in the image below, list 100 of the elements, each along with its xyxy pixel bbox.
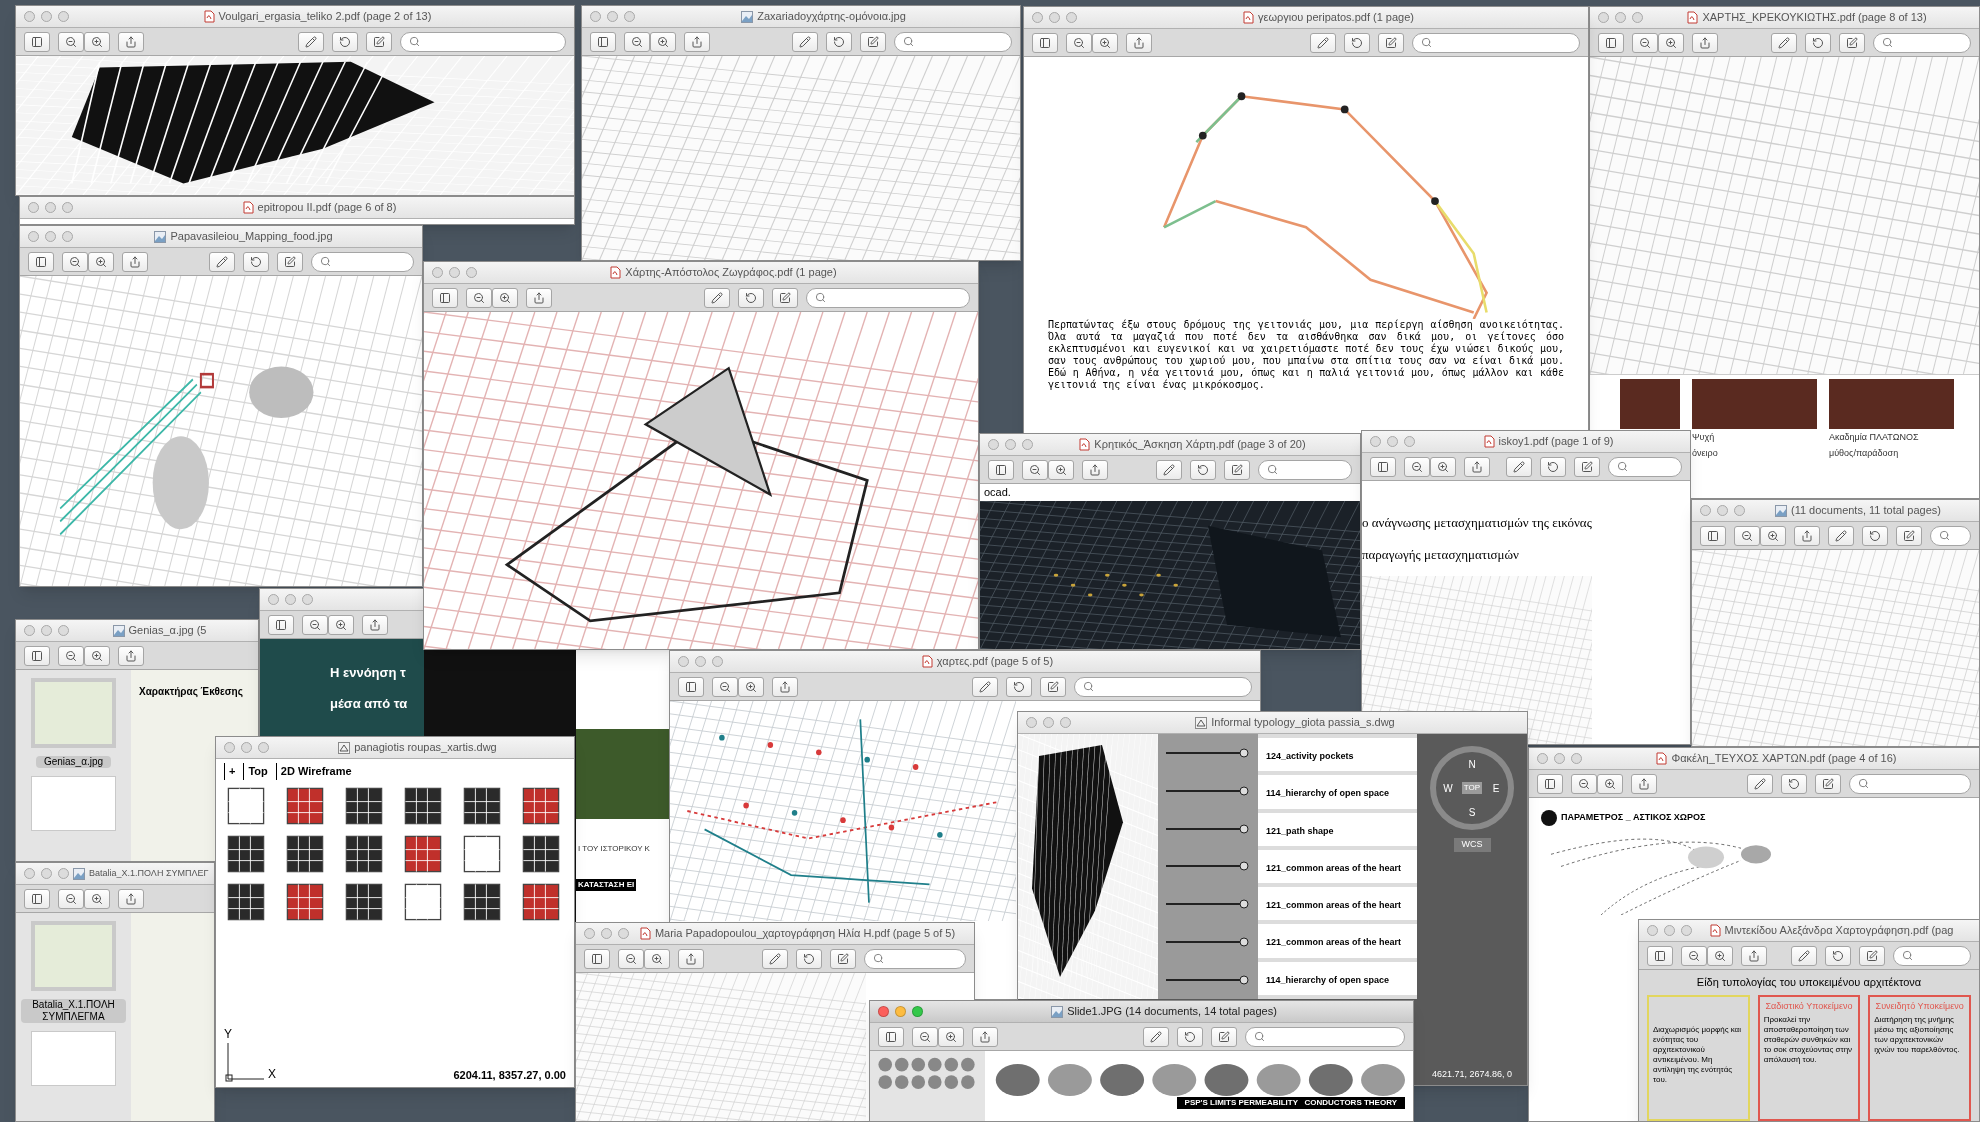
viewport-label[interactable]: + (224, 763, 236, 780)
zoom-in-button[interactable] (1092, 32, 1118, 53)
sidebar-toggle-button[interactable] (28, 251, 54, 272)
share-button[interactable] (526, 287, 552, 308)
search-field[interactable] (400, 31, 566, 52)
search-field[interactable] (1873, 32, 1971, 53)
zoom-out-button[interactable] (1632, 32, 1658, 53)
minimize-button[interactable] (1049, 12, 1060, 23)
sidebar-toggle-button[interactable] (24, 888, 50, 909)
close-button[interactable] (1370, 436, 1381, 447)
page-thumbnail[interactable] (31, 678, 116, 748)
zoom-out-button[interactable] (1404, 456, 1430, 477)
search-field[interactable] (1930, 525, 1971, 546)
markup-button[interactable] (704, 287, 730, 308)
rotate-button[interactable] (1344, 32, 1370, 53)
markup-button[interactable] (792, 31, 819, 52)
rotate-button[interactable] (1780, 773, 1807, 794)
share-button[interactable] (118, 888, 144, 909)
zoom-in-button[interactable] (1048, 459, 1074, 480)
minimize-button[interactable] (1615, 12, 1626, 23)
rotate-button[interactable] (1540, 456, 1567, 477)
zoom-button[interactable] (62, 202, 73, 213)
sidebar-toggle-button[interactable] (1598, 32, 1624, 53)
zoom-in-button[interactable] (88, 251, 114, 272)
edit-button[interactable] (1858, 945, 1885, 966)
close-button[interactable] (1537, 753, 1548, 764)
close-button[interactable] (590, 11, 601, 22)
share-button[interactable] (1082, 459, 1108, 480)
close-button[interactable] (432, 267, 443, 278)
minimize-button[interactable] (1387, 436, 1398, 447)
minimize-button[interactable] (1717, 505, 1728, 516)
share-button[interactable] (1741, 945, 1767, 966)
edit-button[interactable] (1211, 1026, 1238, 1047)
sidebar-toggle-button[interactable] (590, 31, 616, 52)
minimize-button[interactable] (449, 267, 460, 278)
edit-button[interactable] (1378, 32, 1404, 53)
zoom-button[interactable] (618, 928, 629, 939)
share-button[interactable] (362, 614, 388, 635)
zoom-out-button[interactable] (58, 888, 84, 909)
zoom-in-button[interactable] (644, 948, 670, 969)
close-button[interactable] (28, 231, 39, 242)
rotate-button[interactable] (1824, 945, 1851, 966)
close-button[interactable] (988, 439, 999, 450)
sidebar-toggle-button[interactable] (432, 287, 458, 308)
edit-button[interactable] (1814, 773, 1841, 794)
rotate-button[interactable] (332, 31, 359, 52)
close-button[interactable] (24, 625, 35, 636)
zoom-button[interactable] (58, 11, 69, 22)
search-field[interactable] (1608, 456, 1682, 477)
sidebar-toggle-button[interactable] (1370, 456, 1396, 477)
zoom-button[interactable] (1066, 12, 1077, 23)
close-button[interactable] (24, 868, 35, 879)
sidebar-toggle-button[interactable] (584, 948, 610, 969)
minimize-button[interactable] (601, 928, 612, 939)
close-button[interactable] (268, 594, 279, 605)
rotate-button[interactable] (796, 948, 823, 969)
zoom-in-button[interactable] (938, 1026, 964, 1047)
minimize-button[interactable] (241, 742, 252, 753)
share-button[interactable] (118, 645, 144, 666)
share-button[interactable] (678, 948, 704, 969)
zoom-out-button[interactable] (712, 676, 738, 697)
zoom-out-button[interactable] (1681, 945, 1707, 966)
sidebar-toggle-button[interactable] (878, 1026, 904, 1047)
viewport-label[interactable]: 2D Wireframe (275, 763, 352, 780)
zoom-in-button[interactable] (84, 888, 110, 909)
view-cube[interactable]: N W TOP E S (1430, 746, 1514, 830)
zoom-button[interactable] (258, 742, 269, 753)
zoom-out-button[interactable] (1066, 32, 1092, 53)
sidebar-toggle-button[interactable] (24, 645, 50, 666)
markup-button[interactable] (1155, 459, 1182, 480)
markup-button[interactable] (208, 251, 235, 272)
share-button[interactable] (1692, 32, 1718, 53)
sidebar-toggle-button[interactable] (24, 31, 50, 52)
edit-button[interactable] (366, 31, 393, 52)
zoom-out-button[interactable] (618, 948, 644, 969)
close-button[interactable] (1647, 925, 1658, 936)
edit-button[interactable] (860, 31, 887, 52)
zoom-button[interactable] (1022, 439, 1033, 450)
page-thumbnail[interactable] (31, 776, 116, 831)
share-button[interactable] (972, 1026, 998, 1047)
page-thumbnail[interactable] (31, 921, 116, 991)
close-button[interactable] (584, 928, 595, 939)
minimize-button[interactable] (45, 231, 56, 242)
sidebar-toggle-button[interactable] (1647, 945, 1673, 966)
zoom-in-button[interactable] (650, 31, 676, 52)
edit-button[interactable] (1574, 456, 1601, 477)
rotate-button[interactable] (1805, 32, 1831, 53)
share-button[interactable] (1126, 32, 1152, 53)
close-button[interactable] (1700, 505, 1711, 516)
ucs-menu[interactable]: WCS (1453, 838, 1491, 852)
zoom-button[interactable] (1571, 753, 1582, 764)
minimize-button[interactable] (1554, 753, 1565, 764)
minimize-button[interactable] (41, 868, 52, 879)
zoom-button[interactable] (1734, 505, 1745, 516)
rotate-button[interactable] (826, 31, 853, 52)
sidebar-toggle-button[interactable] (1700, 525, 1726, 546)
viewport-label[interactable]: Top (243, 763, 268, 780)
page-thumbnail[interactable] (31, 1031, 116, 1086)
search-field[interactable] (894, 31, 1012, 52)
zoom-in-button[interactable] (84, 31, 110, 52)
